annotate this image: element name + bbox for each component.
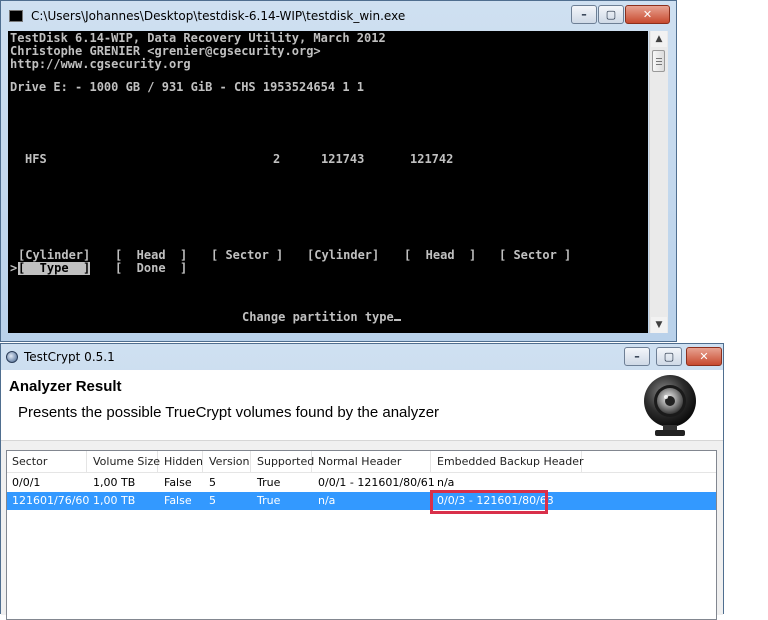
console-drive-line: Drive E: - 1000 GB / 931 GiB - CHS 19535… [10,80,365,94]
console-screen[interactable]: TestDisk 6.14-WIP, Data Recovery Utility… [8,31,648,333]
cell-hidden: False [164,494,192,507]
console-titlebar[interactable]: C:\Users\Johannes\Desktop\testdisk-6.14-… [1,1,676,31]
column-header-embedded-backup-header[interactable]: Embedded Backup Header [432,451,584,472]
console-window-title: C:\Users\Johannes\Desktop\testdisk-6.14-… [31,9,406,23]
list-header: Sector Volume Size Hidden Version Suppor… [7,451,716,473]
cell-hidden: False [164,476,192,489]
testdisk-console-window: C:\Users\Johannes\Desktop\testdisk-6.14-… [0,0,677,342]
cell-volume-size: 1,00 TB [93,476,136,489]
menu-cylinder-2[interactable]: [Cylinder] [307,249,379,262]
close-button[interactable]: ✕ [686,347,722,366]
column-header-volume-size[interactable]: Volume Size [88,451,160,472]
lock-icon [6,351,18,363]
page-title: Analyzer Result [9,378,122,395]
close-button[interactable]: ✕ [625,5,670,24]
cell-sector: 0/0/1 [12,476,41,489]
column-header-supported[interactable]: Supported [252,451,314,472]
console-status-line: Change partition type [242,309,401,324]
cell-volume-size: 1,00 TB [93,494,136,507]
partition-type: HFS [25,152,47,166]
console-scrollbar[interactable]: ▲ ▼ [649,31,668,333]
cell-normal-header: 0/0/1 - 121601/80/61 [318,476,435,489]
partition-end-cylinder: 121743 [321,152,365,166]
menu-type[interactable]: [ Type ] [18,262,91,275]
menu-head-2[interactable]: [ Head ] [404,249,476,262]
testcrypt-window-title: TestCrypt 0.5.1 [24,350,115,364]
testcrypt-titlebar[interactable]: TestCrypt 0.5.1 – ▢ ✕ [1,344,723,370]
menu-sector-1[interactable]: [ Sector ] [211,249,283,262]
cell-sector: 121601/76/60 [12,494,90,507]
minimize-button[interactable]: – [624,347,650,366]
partition-size: 121742 [410,152,454,166]
analyzer-header: Analyzer Result Presents the possible Tr… [1,370,723,441]
column-header-version[interactable]: Version [204,451,251,472]
column-header-sector[interactable]: Sector [7,451,87,472]
text-cursor [393,309,401,321]
arrow-down-icon[interactable]: ▼ [651,317,667,333]
column-header-hidden[interactable]: Hidden [159,451,203,472]
cell-supported: True [257,494,281,507]
annotation-highlight-box [430,490,548,514]
table-row[interactable]: 0/0/1 1,00 TB False 5 True 0/0/1 - 12160… [7,474,716,492]
scrollbar-thumb[interactable] [652,50,665,72]
cmd-icon [9,10,23,22]
maximize-button[interactable]: ▢ [656,347,682,366]
volume-list[interactable]: Sector Volume Size Hidden Version Suppor… [6,450,717,620]
table-row-selected[interactable]: 121601/76/60 1,00 TB False 5 True n/a 0/… [7,492,716,510]
cell-normal-header: n/a [318,494,336,507]
cell-supported: True [257,476,281,489]
webcam-icon [644,375,696,436]
testcrypt-window: TestCrypt 0.5.1 – ▢ ✕ Analyzer Result Pr… [0,343,724,620]
maximize-button[interactable]: ▢ [598,5,624,24]
menu-done[interactable]: [ Done ] [115,262,187,275]
arrow-up-icon[interactable]: ▲ [651,31,667,47]
menu-selection-pointer: > [10,261,18,275]
page-subtitle: Presents the possible TrueCrypt volumes … [18,404,440,421]
cell-version: 5 [209,494,216,507]
partition-start-cylinder: 2 [273,152,281,166]
minimize-button[interactable]: – [571,5,597,24]
menu-sector-2[interactable]: [ Sector ] [499,249,571,262]
column-header-normal-header[interactable]: Normal Header [313,451,431,472]
analyzer-body: Sector Volume Size Hidden Version Suppor… [1,441,723,620]
cell-version: 5 [209,476,216,489]
console-url-line: http://www.cgsecurity.org [10,57,191,71]
